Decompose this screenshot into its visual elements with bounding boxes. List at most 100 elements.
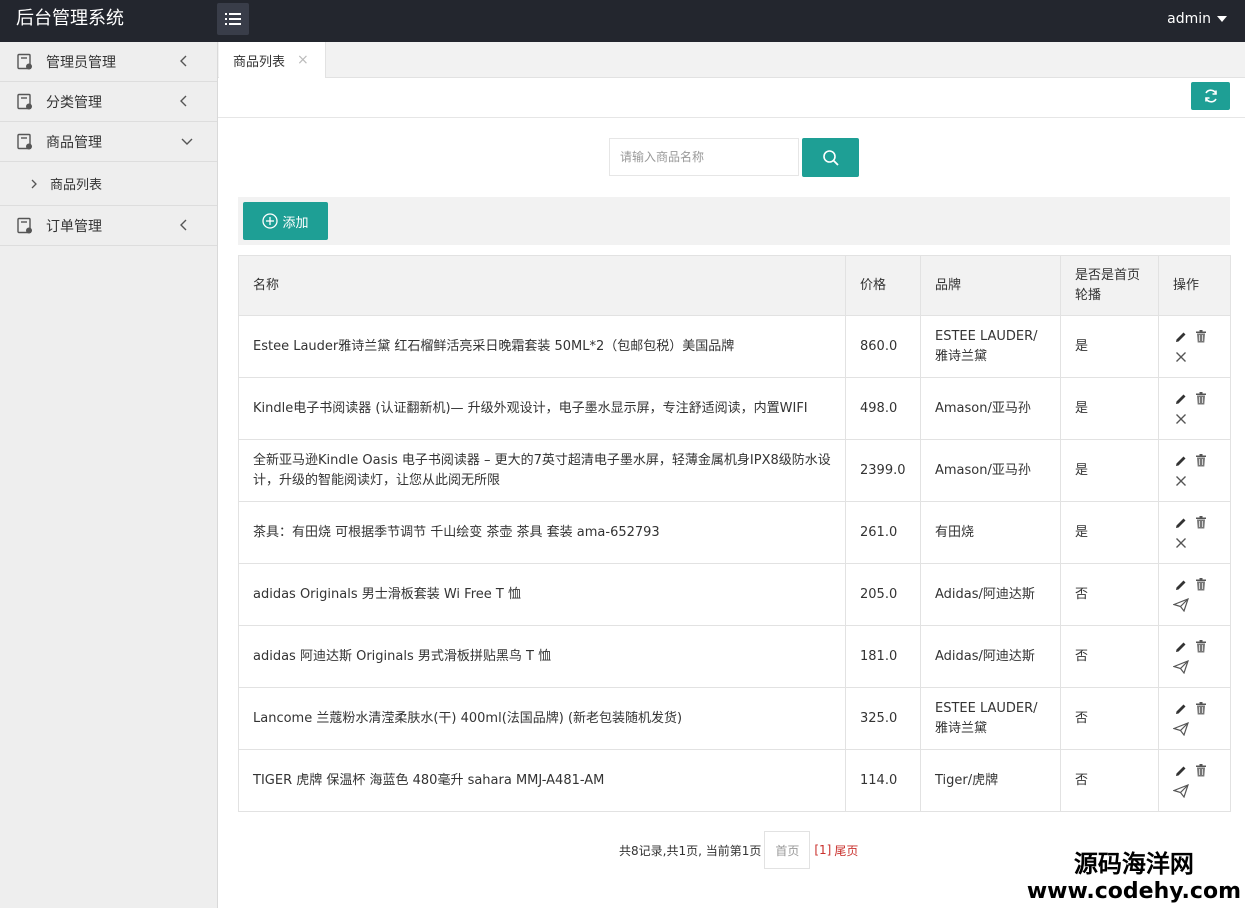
last-page-link[interactable]: 尾页 <box>834 842 858 859</box>
watermark-line-1: 源码海洋网 <box>1073 850 1194 879</box>
close-icon[interactable] <box>1173 534 1189 552</box>
cell-price: 114.0 <box>845 749 921 812</box>
close-icon[interactable] <box>1173 472 1189 490</box>
add-button[interactable]: 添加 <box>243 202 328 240</box>
trash-icon[interactable] <box>1193 700 1209 718</box>
cell-price: 860.0 <box>845 315 921 378</box>
list-icon <box>225 13 241 25</box>
tab-product-list[interactable]: 商品列表 × <box>219 42 326 78</box>
edit-icon[interactable] <box>1173 762 1189 780</box>
action-bar: 添加 <box>238 197 1230 245</box>
document-icon <box>17 53 32 69</box>
cell-brand: Amason/亚马孙 <box>920 377 1061 440</box>
page-toolbar <box>218 78 1245 118</box>
cell-carousel: 是 <box>1060 377 1159 440</box>
trash-icon[interactable] <box>1193 390 1209 408</box>
cell-carousel: 否 <box>1060 749 1159 812</box>
send-icon[interactable] <box>1173 782 1189 800</box>
cell-carousel: 是 <box>1060 439 1159 502</box>
send-icon[interactable] <box>1173 658 1189 676</box>
cell-brand: Adidas/阿迪达斯 <box>920 625 1061 688</box>
cell-name: TIGER 虎牌 保温杯 海蓝色 480毫升 sahara MMJ-A481-A… <box>238 749 846 812</box>
document-icon <box>17 93 32 109</box>
tab-bar: 商品列表 × <box>218 42 1245 78</box>
product-table: 名称 价格 品牌 是否是首页轮播 操作 Estee Lauder雅诗兰黛 红石榴… <box>238 255 1231 812</box>
table-row: Estee Lauder雅诗兰黛 红石榴鲜活亮采日晚霜套装 50ML*2（包邮包… <box>238 315 1231 378</box>
sidebar-item-label: 商品管理 <box>46 134 102 151</box>
current-page-link[interactable]: [1] <box>814 843 831 857</box>
search-button[interactable] <box>802 138 859 177</box>
trash-icon[interactable] <box>1193 638 1209 656</box>
edit-icon[interactable] <box>1173 700 1189 718</box>
cell-actions <box>1158 687 1231 750</box>
edit-icon[interactable] <box>1173 638 1189 656</box>
sidebar-item-product-list[interactable]: 商品列表 <box>0 162 217 206</box>
table-row: 全新亚马逊Kindle Oasis 电子书阅读器 – 更大的7英寸超清电子墨水屏… <box>238 439 1231 502</box>
cell-actions <box>1158 563 1231 626</box>
send-icon[interactable] <box>1173 720 1189 738</box>
cell-carousel: 是 <box>1060 315 1159 378</box>
trash-icon[interactable] <box>1193 328 1209 346</box>
add-circle-icon <box>262 213 279 229</box>
sidebar-item-label: 订单管理 <box>46 218 102 235</box>
edit-icon[interactable] <box>1173 452 1189 470</box>
trash-icon[interactable] <box>1193 514 1209 532</box>
cell-price: 2399.0 <box>845 439 921 502</box>
cell-brand: Amason/亚马孙 <box>920 439 1061 502</box>
close-icon[interactable] <box>1173 410 1189 428</box>
caret-down-icon <box>1217 16 1227 22</box>
app-title: 后台管理系统 <box>16 8 124 29</box>
user-menu[interactable]: admin <box>1167 10 1227 28</box>
username: admin <box>1167 11 1211 27</box>
table-row: Kindle电子书阅读器 (认证翻新机)— 升级外观设计，电子墨水显示屏，专注舒… <box>238 377 1231 440</box>
sidebar-item-label: 分类管理 <box>46 94 102 111</box>
cell-name: Estee Lauder雅诗兰黛 红石榴鲜活亮采日晚霜套装 50ML*2（包邮包… <box>238 315 846 378</box>
sidebar-item-admin[interactable]: 管理员管理 <box>0 42 217 82</box>
cell-name: Kindle电子书阅读器 (认证翻新机)— 升级外观设计，电子墨水显示屏，专注舒… <box>238 377 846 440</box>
sidebar-item-category[interactable]: 分类管理 <box>0 82 217 122</box>
tab-label: 商品列表 <box>233 54 286 70</box>
cell-actions <box>1158 377 1231 440</box>
cell-price: 181.0 <box>845 625 921 688</box>
cell-brand: 有田烧 <box>920 501 1061 564</box>
search-input[interactable] <box>609 138 799 176</box>
cell-brand: Tiger/虎牌 <box>920 749 1061 812</box>
pagination-summary: 共8记录,共1页, 当前第1页 <box>619 843 762 858</box>
first-page-button[interactable]: 首页 <box>764 831 811 869</box>
edit-icon[interactable] <box>1173 576 1189 594</box>
cell-brand: Adidas/阿迪达斯 <box>920 563 1061 626</box>
table-row: TIGER 虎牌 保温杯 海蓝色 480毫升 sahara MMJ-A481-A… <box>238 749 1231 812</box>
refresh-button[interactable] <box>1191 82 1230 110</box>
pagination: 共8记录,共1页, 当前第1页 首页 [1] 尾页 <box>619 831 858 869</box>
sidebar-item-order[interactable]: 订单管理 <box>0 206 217 246</box>
edit-icon[interactable] <box>1173 514 1189 532</box>
edit-icon[interactable] <box>1173 328 1189 346</box>
sidebar-subitem-label: 商品列表 <box>50 178 103 193</box>
cell-carousel: 是 <box>1060 501 1159 564</box>
trash-icon[interactable] <box>1193 762 1209 780</box>
table-header-row: 名称 价格 品牌 是否是首页轮播 操作 <box>238 255 1231 316</box>
cell-actions <box>1158 501 1231 564</box>
table-row: 茶具：有田烧 可根据季节调节 千山绘变 茶壶 茶具 套装 ama-652793 2… <box>238 501 1231 564</box>
sidebar-item-product[interactable]: 商品管理 <box>0 122 217 162</box>
chevron-left-icon <box>180 95 187 107</box>
table-row: adidas Originals 男士滑板套装 Wi Free T 恤 205.0… <box>238 563 1231 626</box>
cell-actions <box>1158 625 1231 688</box>
cell-price: 325.0 <box>845 687 921 750</box>
menu-toggle-button[interactable] <box>217 3 249 35</box>
trash-icon[interactable] <box>1193 576 1209 594</box>
edit-icon[interactable] <box>1173 390 1189 408</box>
cell-name: Lancome 兰蔻粉水清滢柔肤水(干) 400ml(法国品牌) (新老包装随机… <box>238 687 846 750</box>
close-icon[interactable]: × <box>297 52 309 68</box>
chevron-right-icon <box>31 179 37 188</box>
send-icon[interactable] <box>1173 596 1189 614</box>
trash-icon[interactable] <box>1193 452 1209 470</box>
watermark: 源码海洋网 www.codehy.com <box>1027 851 1241 904</box>
cell-price: 205.0 <box>845 563 921 626</box>
close-icon[interactable] <box>1173 348 1189 366</box>
add-button-label: 添加 <box>282 215 309 231</box>
cell-price: 261.0 <box>845 501 921 564</box>
cell-price: 498.0 <box>845 377 921 440</box>
search-icon <box>822 149 839 166</box>
chevron-left-icon <box>180 219 187 231</box>
